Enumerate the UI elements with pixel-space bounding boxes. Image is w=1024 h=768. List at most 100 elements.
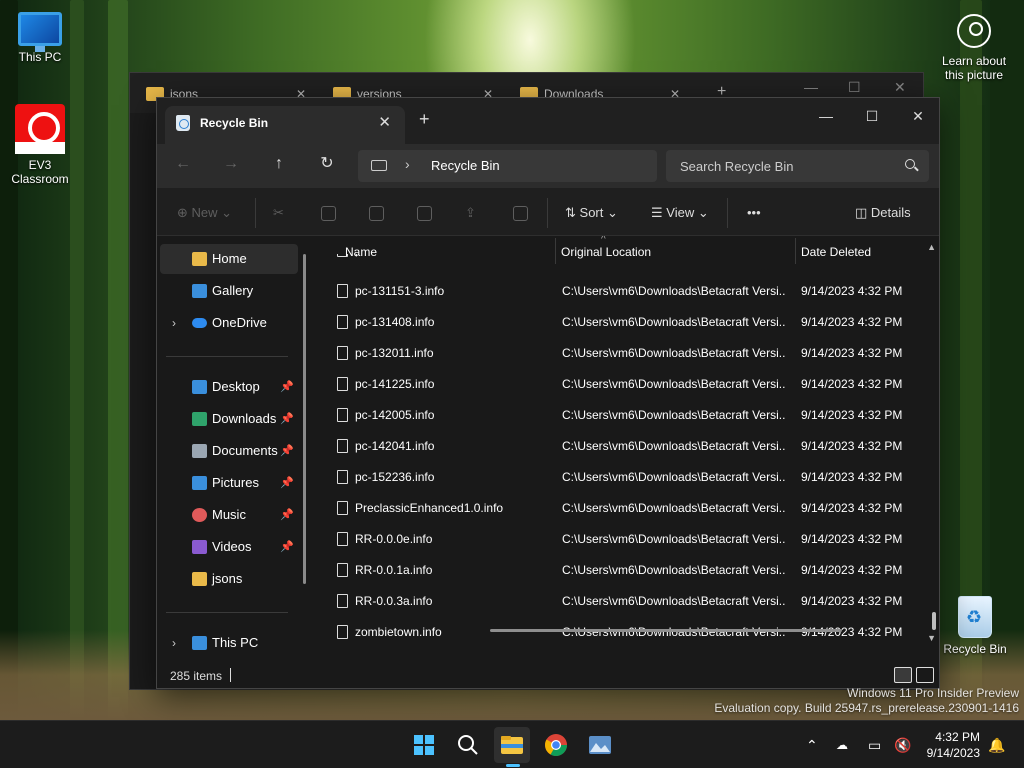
desktop-icon-this-pc[interactable]: This PC	[0, 2, 80, 64]
photos-icon	[589, 736, 611, 754]
cut-icon[interactable]: ✂	[273, 201, 284, 225]
sort-label: Sort	[579, 205, 604, 220]
scroll-up-icon[interactable]: ▲	[927, 242, 936, 252]
image-app-button[interactable]	[582, 727, 618, 763]
start-button[interactable]	[406, 727, 442, 763]
sidebar-item-desktop[interactable]: Desktop 📌	[160, 372, 298, 402]
file-name: pc-152236.info	[355, 470, 435, 484]
desktop-icon-learn-about-picture[interactable]: Learn about this picture	[934, 14, 1014, 82]
pin-icon[interactable]: 📌	[280, 372, 294, 402]
close-icon[interactable]: ✕	[894, 79, 906, 96]
pin-icon[interactable]: 📌	[280, 436, 294, 466]
table-row[interactable]: RR-0.0.3a.info C:\Users\vm6\Downloads\Be…	[331, 586, 906, 617]
recycle-bin-window[interactable]: Recycle Bin ✕ + — ☐ ✕ ← → ↑ ↻ › Recycle …	[156, 97, 940, 689]
details-view-icon[interactable]	[894, 667, 912, 683]
navigation-bar: ← → ↑ ↻ › Recycle Bin	[157, 144, 939, 188]
chrome-button[interactable]	[538, 727, 574, 763]
sidebar-scrollbar[interactable]	[303, 254, 306, 584]
desktop-icon-recycle-bin[interactable]: Recycle Bin	[935, 596, 1015, 656]
file-original-location: C:\Users\vm6\Downloads\Betacraft Versi..…	[562, 470, 786, 484]
minimize-button[interactable]: —	[803, 102, 849, 130]
sidebar-item-gallery[interactable]: Gallery	[160, 276, 298, 306]
chevron-right-icon[interactable]: ›	[172, 308, 176, 338]
folder-icon	[192, 572, 207, 586]
sidebar-item-onedrive[interactable]: › OneDrive	[160, 308, 298, 338]
notification-bell-icon[interactable]: 🔔	[988, 721, 1005, 768]
table-row[interactable]: pc-141225.info C:\Users\vm6\Downloads\Be…	[331, 369, 906, 400]
maximize-icon[interactable]: ☐	[848, 79, 861, 96]
file-original-location: C:\Users\vm6\Downloads\Betacraft Versi..…	[562, 408, 786, 422]
minimize-icon[interactable]: —	[804, 79, 818, 95]
pin-icon[interactable]: 📌	[280, 532, 294, 562]
table-row[interactable]: pc-152236.info C:\Users\vm6\Downloads\Be…	[331, 462, 906, 493]
table-row[interactable]: pc-131151-3.info C:\Users\vm6\Downloads\…	[331, 276, 906, 307]
table-row[interactable]: zombietown.info C:\Users\vm6\Downloads\B…	[331, 617, 906, 648]
up-arrow-icon[interactable]: ↑	[263, 150, 295, 178]
vertical-scrollbar-thumb[interactable]	[932, 612, 936, 630]
refresh-icon[interactable]: ↻	[311, 150, 343, 178]
file-original-location: C:\Users\vm6\Downloads\Betacraft Versi..…	[562, 532, 786, 546]
file-date-deleted: 9/14/2023 4:32 PM	[801, 501, 903, 515]
view-button[interactable]: ☰ View ⌄	[651, 201, 709, 225]
pin-icon[interactable]: 📌	[280, 468, 294, 498]
chevron-up-icon[interactable]: ⌃	[806, 721, 818, 768]
more-options-button[interactable]: •••	[747, 201, 761, 225]
table-row[interactable]: RR-0.0.0e.info C:\Users\vm6\Downloads\Be…	[331, 524, 906, 555]
sidebar-item-downloads[interactable]: Downloads 📌	[160, 404, 298, 434]
table-row[interactable]: pc-142005.info C:\Users\vm6\Downloads\Be…	[331, 400, 906, 431]
new-tab-button[interactable]: +	[419, 109, 430, 130]
tab-recycle-bin[interactable]: Recycle Bin ✕	[165, 106, 405, 144]
sidebar-item-jsons[interactable]: jsons	[160, 564, 298, 594]
file-date-deleted: 9/14/2023 4:32 PM	[801, 315, 903, 329]
forward-arrow-icon[interactable]: →	[215, 150, 247, 178]
clock[interactable]: 4:32 PM 9/14/2023	[918, 729, 980, 761]
close-icon[interactable]: ✕	[378, 113, 391, 131]
horizontal-scrollbar-thumb[interactable]	[490, 629, 842, 632]
sidebar-item-videos[interactable]: Videos 📌	[160, 532, 298, 562]
table-row[interactable]: PreclassicEnhanced1.0.info C:\Users\vm6\…	[331, 493, 906, 524]
table-row[interactable]: pc-131408.info C:\Users\vm6\Downloads\Be…	[331, 307, 906, 338]
network-icon[interactable]: ▭	[868, 721, 881, 768]
table-row[interactable]: pc-132011.info C:\Users\vm6\Downloads\Be…	[331, 338, 906, 369]
table-row[interactable]: pc-142041.info C:\Users\vm6\Downloads\Be…	[331, 431, 906, 462]
search-input[interactable]	[666, 150, 896, 182]
pin-icon[interactable]: 📌	[280, 500, 294, 530]
desktop-icon-label: Learn about this picture	[941, 54, 1007, 82]
sidebar-item-music[interactable]: Music 📌	[160, 500, 298, 530]
paste-icon[interactable]	[369, 201, 384, 225]
search-button[interactable]	[450, 727, 486, 763]
sidebar-item-pictures[interactable]: Pictures 📌	[160, 468, 298, 498]
share-icon[interactable]: ⇪	[465, 201, 476, 225]
desktop-icon-ev3-classroom[interactable]: EV3 Classroom	[0, 104, 80, 186]
scroll-down-icon[interactable]: ▼	[927, 633, 936, 643]
file-original-location: C:\Users\vm6\Downloads\Betacraft Versi..…	[562, 254, 786, 266]
sidebar-item-label: Music	[212, 507, 246, 522]
copy-icon[interactable]	[321, 201, 336, 225]
close-button[interactable]: ✕	[895, 102, 941, 130]
table-row[interactable]: pc-131151-1.info C:\Users\vm6\Downloads\…	[331, 254, 906, 266]
file-icon	[337, 315, 348, 329]
chevron-right-icon[interactable]: ›	[172, 628, 176, 658]
search-box[interactable]	[666, 150, 929, 182]
details-button[interactable]: ◫ Details	[855, 201, 911, 225]
sidebar-item-home[interactable]: Home	[160, 244, 298, 274]
volume-muted-icon[interactable]: 🔇	[894, 721, 911, 768]
table-row[interactable]: RR-0.0.1a.info C:\Users\vm6\Downloads\Be…	[331, 555, 906, 586]
onedrive-icon[interactable]: ☁	[836, 721, 848, 768]
file-icon	[337, 501, 348, 515]
sidebar-item-this-pc[interactable]: › This PC	[160, 628, 298, 658]
large-icons-view-icon[interactable]	[916, 667, 934, 683]
delete-icon[interactable]	[513, 201, 528, 225]
maximize-button[interactable]: ☐	[849, 102, 895, 130]
back-arrow-icon[interactable]: ←	[167, 150, 199, 178]
sidebar-item-documents[interactable]: Documents 📌	[160, 436, 298, 466]
sort-button[interactable]: ⇅ Sort ⌄	[565, 201, 618, 225]
pin-icon[interactable]: 📌	[280, 404, 294, 434]
new-button[interactable]: ⊕ New ⌄	[177, 201, 232, 225]
watermark-line-1: Windows 11 Pro Insider Preview	[847, 686, 1019, 700]
breadcrumb[interactable]: Recycle Bin	[431, 158, 500, 173]
address-bar[interactable]: › Recycle Bin	[358, 150, 657, 182]
file-explorer-button[interactable]	[494, 727, 530, 763]
rename-icon[interactable]	[417, 201, 432, 225]
chevron-right-icon[interactable]: ›	[405, 156, 410, 172]
